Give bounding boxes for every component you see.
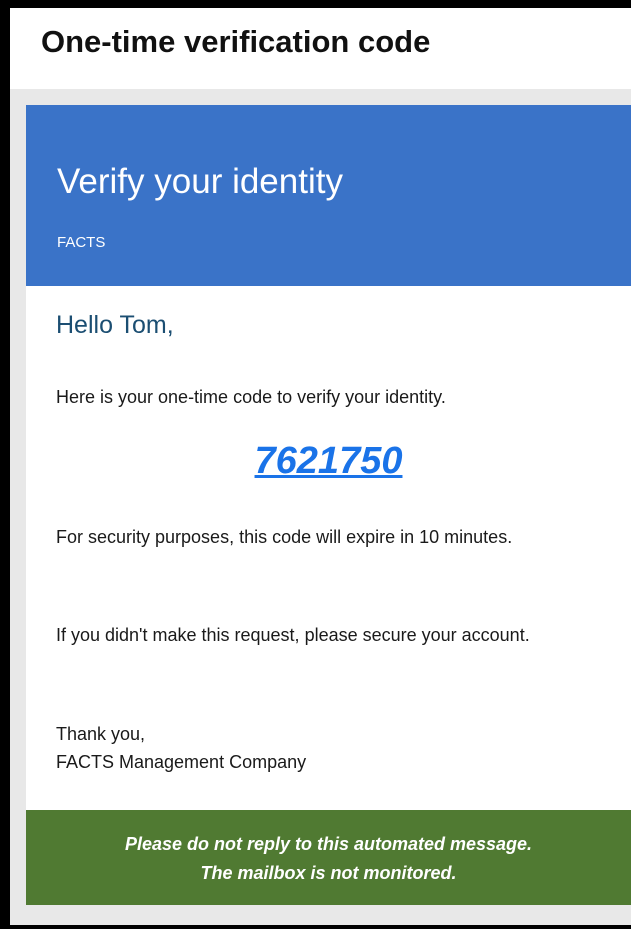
email-card: Verify your identity FACTS Hello Tom, He… bbox=[26, 105, 631, 905]
banner-brand: FACTS bbox=[57, 234, 106, 251]
signoff: Thank you, FACTS Management Company bbox=[56, 720, 596, 776]
greeting: Hello Tom, bbox=[56, 311, 174, 339]
footer-line1: Please do not reply to this automated me… bbox=[124, 834, 533, 854]
footer-line2: The mailbox is not monitored. bbox=[200, 863, 457, 883]
header-banner: Verify your identity FACTS bbox=[26, 105, 631, 286]
expiry-notice: For security purposes, this code will ex… bbox=[56, 527, 513, 547]
footer-notice: Please do not reply to this automated me… bbox=[26, 830, 631, 888]
intro-text: Here is your one-time code to verify you… bbox=[56, 387, 446, 407]
window-frame-left bbox=[0, 0, 10, 929]
signoff-company: FACTS Management Company bbox=[56, 752, 307, 772]
footer-banner: Please do not reply to this automated me… bbox=[26, 810, 631, 905]
window-frame-bottom bbox=[0, 925, 631, 929]
signoff-thanks: Thank you, bbox=[56, 724, 146, 744]
security-notice: If you didn't make this request, please … bbox=[56, 625, 530, 645]
email-subject: One-time verification code bbox=[41, 24, 431, 59]
banner-title: Verify your identity bbox=[57, 162, 343, 201]
verification-code-link[interactable]: 7621750 bbox=[26, 436, 631, 486]
window-frame-top bbox=[0, 0, 631, 8]
